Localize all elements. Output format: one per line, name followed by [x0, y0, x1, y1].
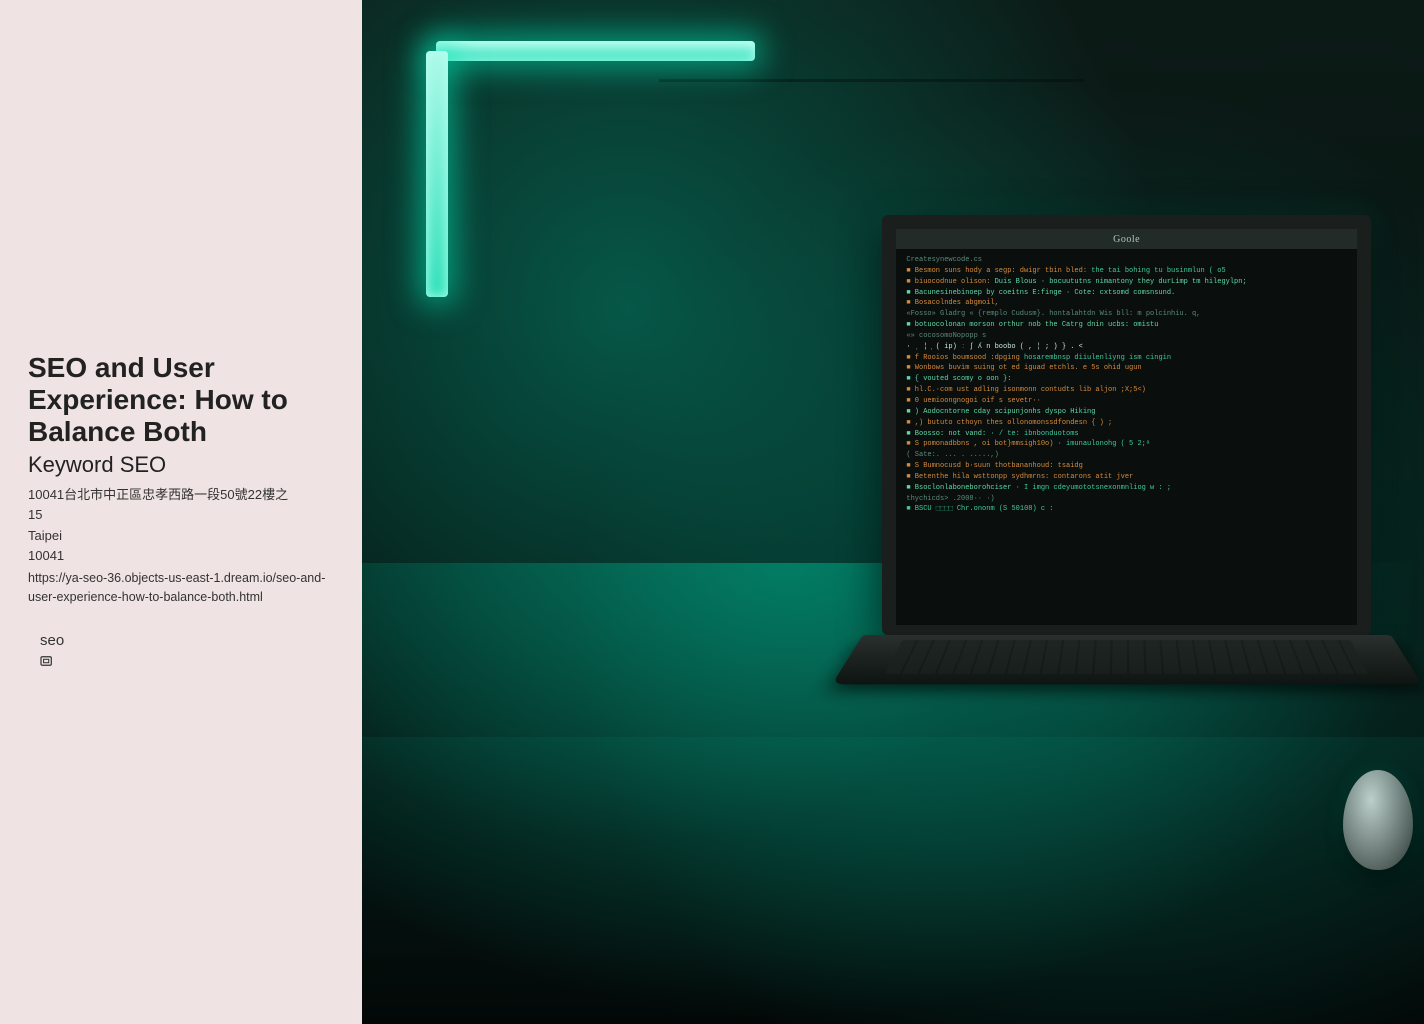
subtitle: Keyword SEO [28, 452, 334, 478]
laptop: Goole Createsynewcode.cs ■ Besmon suns h… [882, 215, 1371, 768]
code-editor: Createsynewcode.cs ■ Besmon suns hody a … [896, 249, 1357, 523]
page-title: SEO and User Experience: How to Balance … [28, 352, 334, 449]
desk-reflection [362, 737, 1424, 1024]
tag-label[interactable]: seo [40, 632, 334, 649]
tag-section: seo [28, 632, 334, 672]
address-number: 15 [28, 506, 334, 524]
article-url[interactable]: https://ya-seo-36.objects-us-east-1.drea… [28, 569, 334, 607]
left-panel: SEO and User Experience: How to Balance … [0, 0, 362, 1024]
neon-light-top [436, 41, 755, 61]
laptop-base [832, 635, 1422, 685]
neon-light-left [426, 51, 448, 297]
postal-code: 10041 [28, 547, 334, 565]
browser-title: Goole [896, 229, 1357, 249]
address-line: 10041台北市中正區忠孝西路一段50號22樓之 [28, 486, 334, 504]
keyboard [885, 641, 1369, 674]
hero-image: Goole Createsynewcode.cs ■ Besmon suns h… [362, 0, 1424, 1024]
city: Taipei [28, 527, 334, 545]
external-link-icon [40, 655, 54, 667]
laptop-screen: Goole Createsynewcode.cs ■ Besmon suns h… [882, 215, 1371, 635]
